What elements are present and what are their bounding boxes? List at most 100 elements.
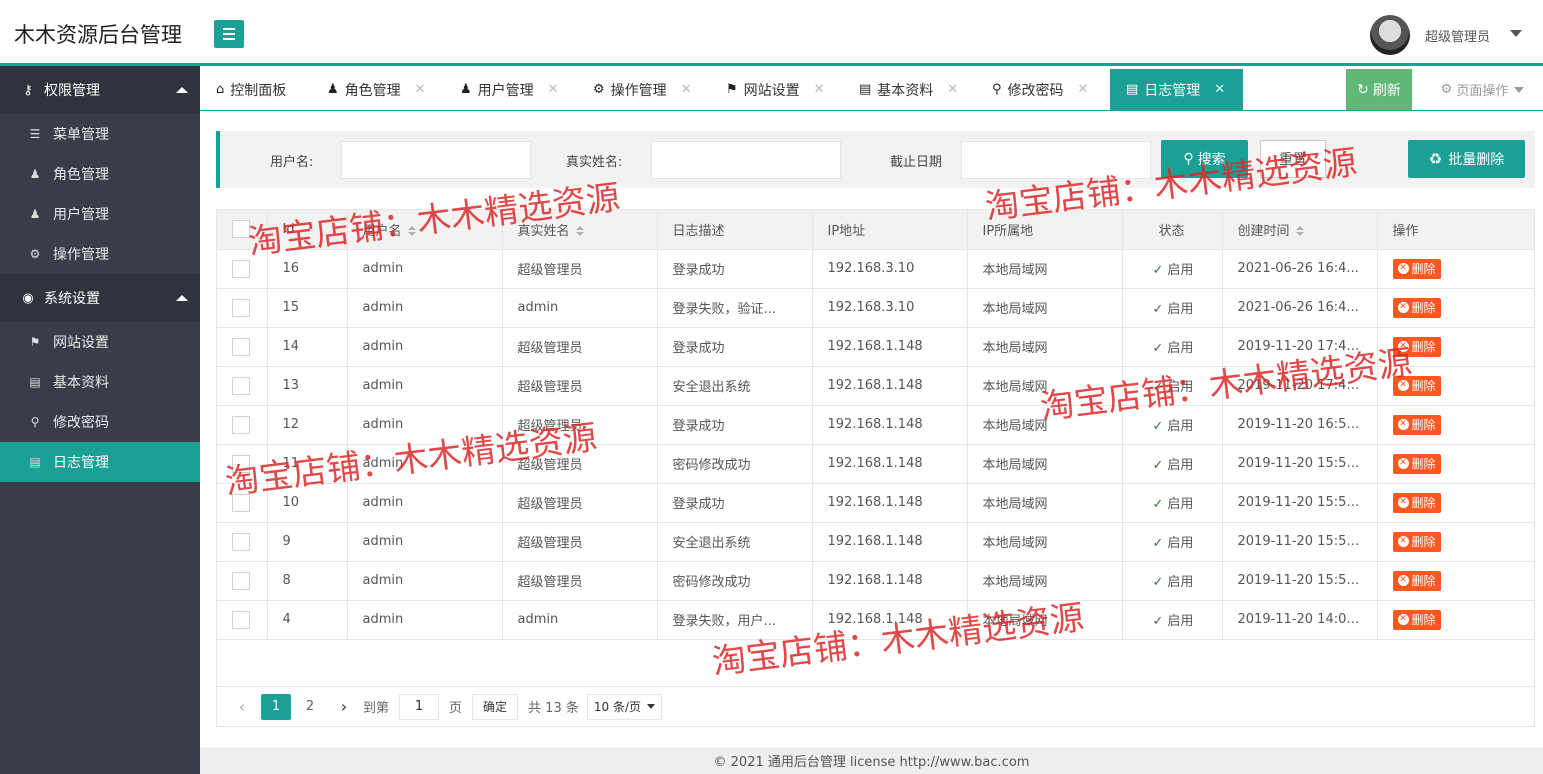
- sidebar-item-users[interactable]: ♟ 用户管理: [0, 194, 200, 234]
- column-header-status[interactable]: 状态: [1122, 210, 1223, 250]
- row-checkbox[interactable]: [232, 571, 250, 590]
- column-header-desc[interactable]: 日志描述: [657, 210, 813, 250]
- sidebar-item-website[interactable]: ⚑ 网站设置: [0, 322, 200, 362]
- page-2-button[interactable]: 2: [295, 694, 325, 720]
- close-icon[interactable]: ✕: [548, 82, 559, 97]
- page-operations-dropdown[interactable]: ⚙ 页面操作: [1422, 69, 1543, 110]
- page-size-select[interactable]: 10 条/页: [586, 693, 662, 720]
- menu-toggle-button[interactable]: [214, 20, 244, 48]
- chevron-down-icon[interactable]: [1510, 30, 1522, 37]
- tab-website[interactable]: ⚑ 网站设置 ✕: [726, 69, 825, 110]
- sidebar-item-menu[interactable]: ☰ 菜单管理: [0, 114, 200, 154]
- delete-button[interactable]: ✕ 删除: [1392, 336, 1441, 357]
- table-row[interactable]: 10 admin 超级管理员 登录成功 192.168.1.148 本地局域网 ✓ 启用 201…: [217, 483, 1534, 523]
- chevron-up-icon: [176, 295, 188, 301]
- table-row[interactable]: 4 admin admin 登录失败，用户... 192.168.1.148 本地局域网 ✓…: [217, 600, 1534, 640]
- select-all-cell: [217, 210, 268, 250]
- table-row[interactable]: 12 admin 超级管理员 登录成功 192.168.1.148 本地局域网 ✓ 启用 201…: [217, 405, 1534, 445]
- row-checkbox[interactable]: [232, 454, 250, 473]
- cell-location: 本地局域网: [967, 600, 1123, 640]
- delete-button[interactable]: ✕ 删除: [1392, 609, 1441, 630]
- table-row[interactable]: 11 admin 超级管理员 密码修改成功 192.168.1.148 本地局域网 ✓ 启用 2…: [217, 444, 1534, 484]
- close-icon[interactable]: ✕: [1078, 82, 1089, 97]
- next-page-icon[interactable]: ›: [329, 694, 359, 720]
- cell-ip: 192.168.3.10: [812, 288, 968, 328]
- sidebar-group-system[interactable]: ◉ 系统设置: [0, 274, 200, 322]
- close-icon[interactable]: ✕: [814, 82, 825, 97]
- page-1-button[interactable]: 1: [261, 693, 291, 720]
- row-checkbox[interactable]: [232, 415, 250, 434]
- delete-button[interactable]: ✕ 删除: [1392, 531, 1441, 552]
- column-header-realname[interactable]: 真实姓名: [502, 210, 658, 250]
- check-icon: ✓: [1152, 497, 1164, 512]
- document-icon: ▤: [859, 82, 872, 97]
- refresh-button[interactable]: ↻ 刷新: [1346, 69, 1412, 110]
- cell-status: ✓ 启用: [1122, 561, 1223, 601]
- close-icon[interactable]: ✕: [681, 82, 692, 97]
- reset-button[interactable]: 重置: [1260, 140, 1326, 178]
- table-row[interactable]: 14 admin 超级管理员 登录成功 192.168.1.148 本地局域网 ✓ 启用 201…: [217, 327, 1534, 367]
- delete-button[interactable]: ✕ 删除: [1392, 492, 1441, 513]
- delete-button[interactable]: ✕ 删除: [1392, 414, 1441, 435]
- sidebar-item-logs[interactable]: ▤ 日志管理: [0, 442, 200, 482]
- batch-delete-button[interactable]: ♻ 批量删除: [1408, 140, 1525, 178]
- row-checkbox[interactable]: [232, 337, 250, 356]
- table-row[interactable]: 13 admin 超级管理员 安全退出系统 192.168.1.148 本地局域网 ✓ 启用 2…: [217, 366, 1534, 406]
- delete-button[interactable]: ✕ 删除: [1392, 297, 1441, 318]
- sidebar-item-label: 用户管理: [53, 207, 109, 223]
- close-icon[interactable]: ✕: [1214, 82, 1225, 97]
- sidebar-item-label: 操作管理: [53, 247, 109, 263]
- sidebar-item-roles[interactable]: ♟ 角色管理: [0, 154, 200, 194]
- sidebar-group-permission[interactable]: ⚷ 权限管理: [0, 66, 200, 114]
- delete-button[interactable]: ✕ 删除: [1392, 258, 1441, 279]
- delete-button[interactable]: ✕ 删除: [1392, 375, 1441, 396]
- select-all-checkbox[interactable]: [232, 220, 250, 239]
- realname-input[interactable]: [651, 141, 841, 179]
- row-checkbox[interactable]: [232, 259, 250, 278]
- sidebar-item-password[interactable]: ⚲ 修改密码: [0, 402, 200, 442]
- goto-page-input[interactable]: 1: [399, 693, 440, 720]
- row-checkbox[interactable]: [232, 532, 250, 551]
- table-row[interactable]: 15 admin admin 登录失败，验证... 192.168.3.10 本地局域网 ✓…: [217, 288, 1534, 328]
- sort-icon[interactable]: [575, 226, 584, 237]
- search-button[interactable]: ⚲ 搜索: [1161, 140, 1248, 178]
- sidebar-item-profile[interactable]: ▤ 基本资料: [0, 362, 200, 402]
- close-icon[interactable]: ✕: [947, 82, 958, 97]
- tab-users[interactable]: ♟ 用户管理 ✕: [460, 69, 559, 110]
- table-row[interactable]: 9 admin 超级管理员 安全退出系统 192.168.1.148 本地局域网 ✓ 启用 20…: [217, 522, 1534, 562]
- delete-button[interactable]: ✕ 删除: [1392, 570, 1441, 591]
- gear-icon: ⚙: [1440, 82, 1453, 97]
- row-checkbox[interactable]: [232, 376, 250, 395]
- check-icon: ✓: [1152, 302, 1164, 317]
- sidebar-item-operations[interactable]: ⚙ 操作管理: [0, 234, 200, 274]
- column-header-ip[interactable]: IP地址: [812, 210, 968, 250]
- row-checkbox[interactable]: [232, 610, 250, 629]
- column-header-created[interactable]: 创建时间: [1222, 210, 1378, 250]
- column-header-location[interactable]: IP所属地: [967, 210, 1123, 250]
- tab-dashboard[interactable]: ⌂ 控制面板: [216, 69, 286, 110]
- date-input[interactable]: [961, 141, 1151, 179]
- sort-icon[interactable]: [1295, 226, 1304, 237]
- tab-roles[interactable]: ♟ 角色管理 ✕: [327, 69, 426, 110]
- tab-logs[interactable]: ▤ 日志管理 ✕: [1110, 69, 1243, 110]
- cell-id: 12: [267, 405, 348, 445]
- username-input[interactable]: [341, 141, 531, 179]
- delete-button[interactable]: ✕ 删除: [1392, 453, 1441, 474]
- prev-page-icon[interactable]: ‹: [227, 694, 257, 720]
- column-header-id[interactable]: Id: [267, 210, 348, 250]
- avatar[interactable]: [1370, 15, 1410, 55]
- goto-confirm-button[interactable]: 确定: [472, 693, 519, 720]
- cell-id: 11: [267, 444, 348, 484]
- row-checkbox[interactable]: [232, 493, 250, 512]
- tab-operations[interactable]: ⚙ 操作管理 ✕: [593, 69, 692, 110]
- close-icon[interactable]: ✕: [415, 82, 426, 97]
- tab-profile[interactable]: ▤ 基本资料 ✕: [859, 69, 958, 110]
- sort-icon[interactable]: [407, 226, 416, 237]
- column-header-username[interactable]: 用户名: [347, 210, 503, 250]
- tab-password[interactable]: ⚲ 修改密码 ✕: [992, 69, 1088, 110]
- row-checkbox[interactable]: [232, 298, 250, 317]
- user-name[interactable]: 超级管理员: [1425, 26, 1490, 45]
- table-row[interactable]: 16 admin 超级管理员 登录成功 192.168.3.10 本地局域网 ✓ 启用 2021…: [217, 249, 1534, 289]
- table-row[interactable]: 8 admin 超级管理员 密码修改成功 192.168.1.148 本地局域网 ✓ 启用 20…: [217, 561, 1534, 601]
- cell-status: ✓ 启用: [1122, 405, 1223, 445]
